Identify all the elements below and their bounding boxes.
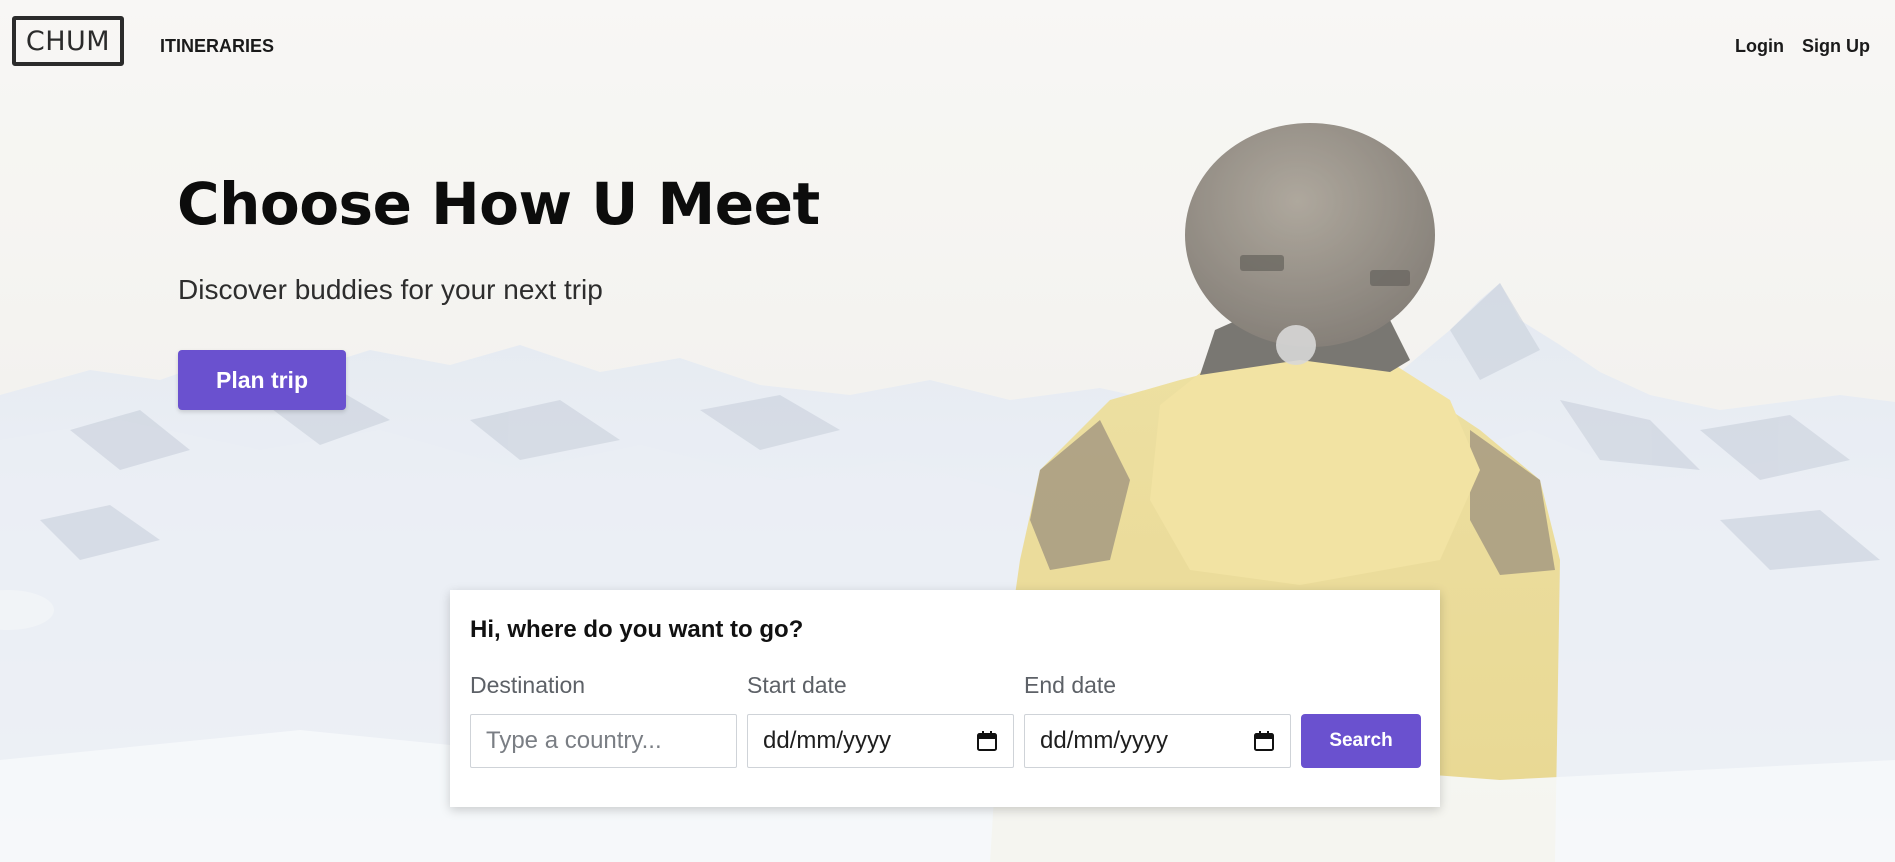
nav-itineraries-link[interactable]: ITINERARIES: [160, 36, 274, 57]
end-date-label: End date: [1024, 672, 1117, 698]
search-card: Hi, where do you want to go? Destination…: [450, 590, 1440, 807]
hero-subtitle: Discover buddies for your next trip: [178, 274, 603, 305]
end-date-input[interactable]: dd/mm/yyyy: [1024, 714, 1291, 768]
calendar-icon[interactable]: [976, 730, 998, 752]
hero-title: Choose How U Meet: [177, 170, 820, 238]
search-button[interactable]: Search: [1301, 714, 1421, 768]
destination-label: Destination: [470, 672, 586, 698]
nav-login-link[interactable]: Login: [1735, 36, 1784, 57]
chum-logo[interactable]: CHUM: [12, 16, 124, 66]
nav-signup-link[interactable]: Sign Up: [1802, 36, 1870, 57]
destination-input[interactable]: [470, 714, 737, 768]
plan-trip-button[interactable]: Plan trip: [178, 350, 346, 410]
start-date-value: dd/mm/yyyy: [763, 727, 892, 754]
calendar-icon[interactable]: [1253, 730, 1275, 752]
search-heading: Hi, where do you want to go?: [470, 616, 804, 643]
end-date-value: dd/mm/yyyy: [1040, 727, 1169, 754]
top-navbar: CHUM ITINERARIES Login Sign Up: [0, 0, 1895, 96]
start-date-label: Start date: [747, 672, 847, 698]
start-date-input[interactable]: dd/mm/yyyy: [747, 714, 1014, 768]
